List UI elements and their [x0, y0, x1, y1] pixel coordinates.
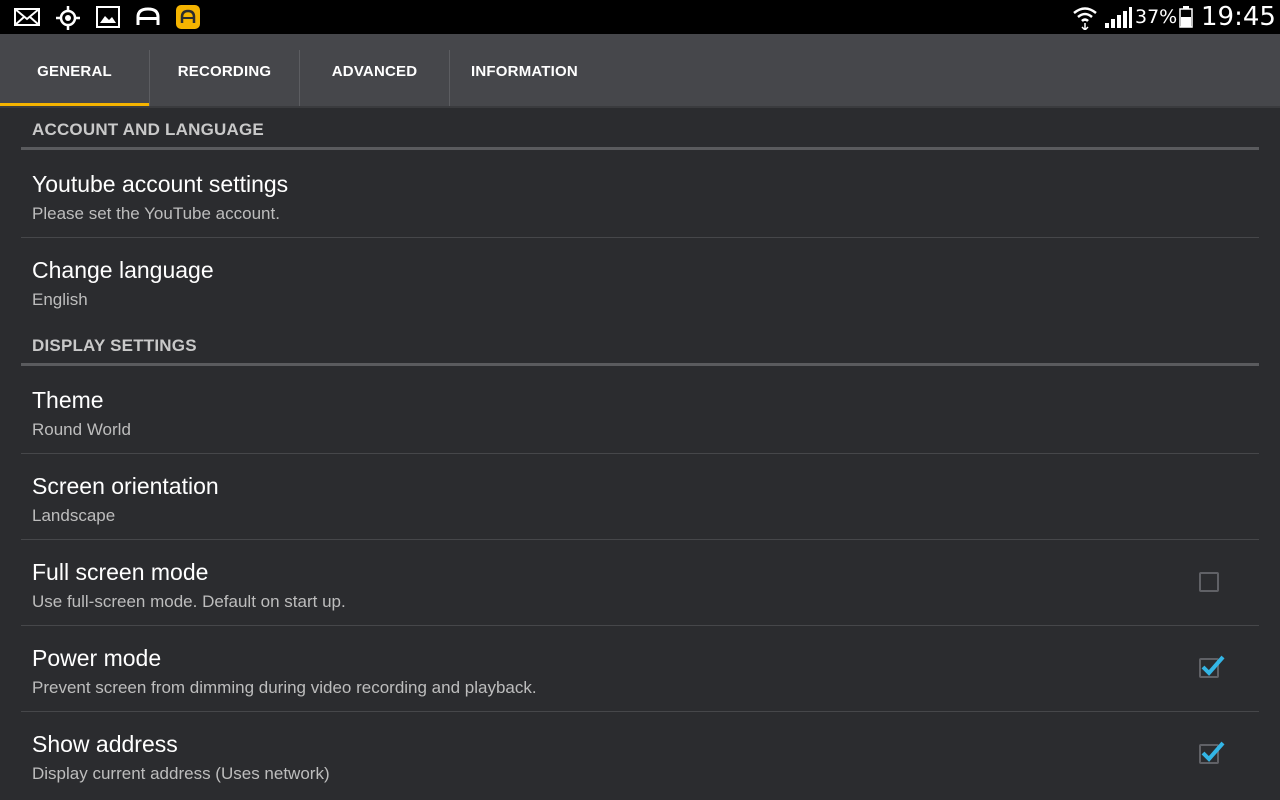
app-notification-icon [176, 5, 200, 29]
setting-power-mode[interactable]: Power mode Prevent screen from dimming d… [21, 626, 1259, 712]
setting-title: Youtube account settings [32, 171, 289, 197]
tab-label: RECORDING [177, 62, 272, 80]
setting-title: Power mode [32, 645, 162, 671]
checkmark-icon [1201, 741, 1225, 762]
setting-summary: Please set the YouTube account. [32, 204, 280, 223]
setting-youtube-account[interactable]: Youtube account settings Please set the … [21, 152, 1259, 238]
setting-title: Change language [32, 257, 214, 283]
setting-screen-orientation[interactable]: Screen orientation Landscape [21, 454, 1259, 540]
section-title: DISPLAY SETTINGS [32, 336, 197, 355]
mail-icon [14, 8, 40, 26]
gallery-icon [96, 6, 120, 28]
status-bar: 37% 19:45 [0, 0, 1280, 34]
car-icon [136, 7, 160, 25]
setting-show-address[interactable]: Show address Display current address (Us… [21, 712, 1259, 798]
tab-recording[interactable]: RECORDING [150, 34, 299, 108]
show-address-checkbox[interactable] [1199, 741, 1225, 764]
setting-summary: Display current address (Uses network) [32, 764, 330, 783]
tab-information[interactable]: INFORMATION [450, 34, 599, 108]
full-screen-mode-checkbox[interactable] [1199, 572, 1219, 592]
clock: 19:45 [1201, 2, 1276, 32]
settings-list[interactable]: ACCOUNT AND LANGUAGE Youtube account set… [0, 108, 1280, 800]
tab-general[interactable]: GENERAL [0, 34, 149, 108]
setting-full-screen-mode[interactable]: Full screen mode Use full-screen mode. D… [21, 540, 1259, 626]
wifi-icon [1073, 7, 1097, 30]
battery-icon [1179, 6, 1193, 28]
setting-summary: English [32, 290, 88, 309]
setting-theme[interactable]: Theme Round World [21, 368, 1259, 454]
setting-summary: Round World [32, 420, 131, 439]
setting-title: Theme [32, 387, 104, 413]
section-title: ACCOUNT AND LANGUAGE [32, 120, 264, 139]
tab-bar: GENERAL RECORDING ADVANCED INFORMATION [0, 34, 1280, 108]
location-icon [56, 6, 80, 30]
section-header-display-settings: DISPLAY SETTINGS [21, 324, 1259, 366]
setting-change-language[interactable]: Change language English [21, 238, 1259, 324]
setting-summary: Prevent screen from dimming during video… [32, 678, 537, 697]
tab-advanced[interactable]: ADVANCED [300, 34, 449, 108]
battery-percent: 37% [1135, 6, 1178, 28]
setting-summary: Landscape [32, 506, 116, 525]
tab-label: GENERAL [37, 62, 112, 80]
power-mode-checkbox[interactable] [1199, 655, 1225, 678]
checkmark-icon [1201, 655, 1225, 676]
section-header-account-language: ACCOUNT AND LANGUAGE [21, 108, 1259, 150]
signal-icon [1105, 7, 1132, 28]
tab-label: INFORMATION [471, 62, 578, 80]
setting-title: Show address [32, 731, 178, 757]
setting-summary: Use full-screen mode. Default on start u… [32, 592, 346, 611]
setting-title: Screen orientation [32, 473, 219, 499]
tab-label: ADVANCED [331, 62, 418, 80]
setting-title: Full screen mode [32, 559, 209, 585]
